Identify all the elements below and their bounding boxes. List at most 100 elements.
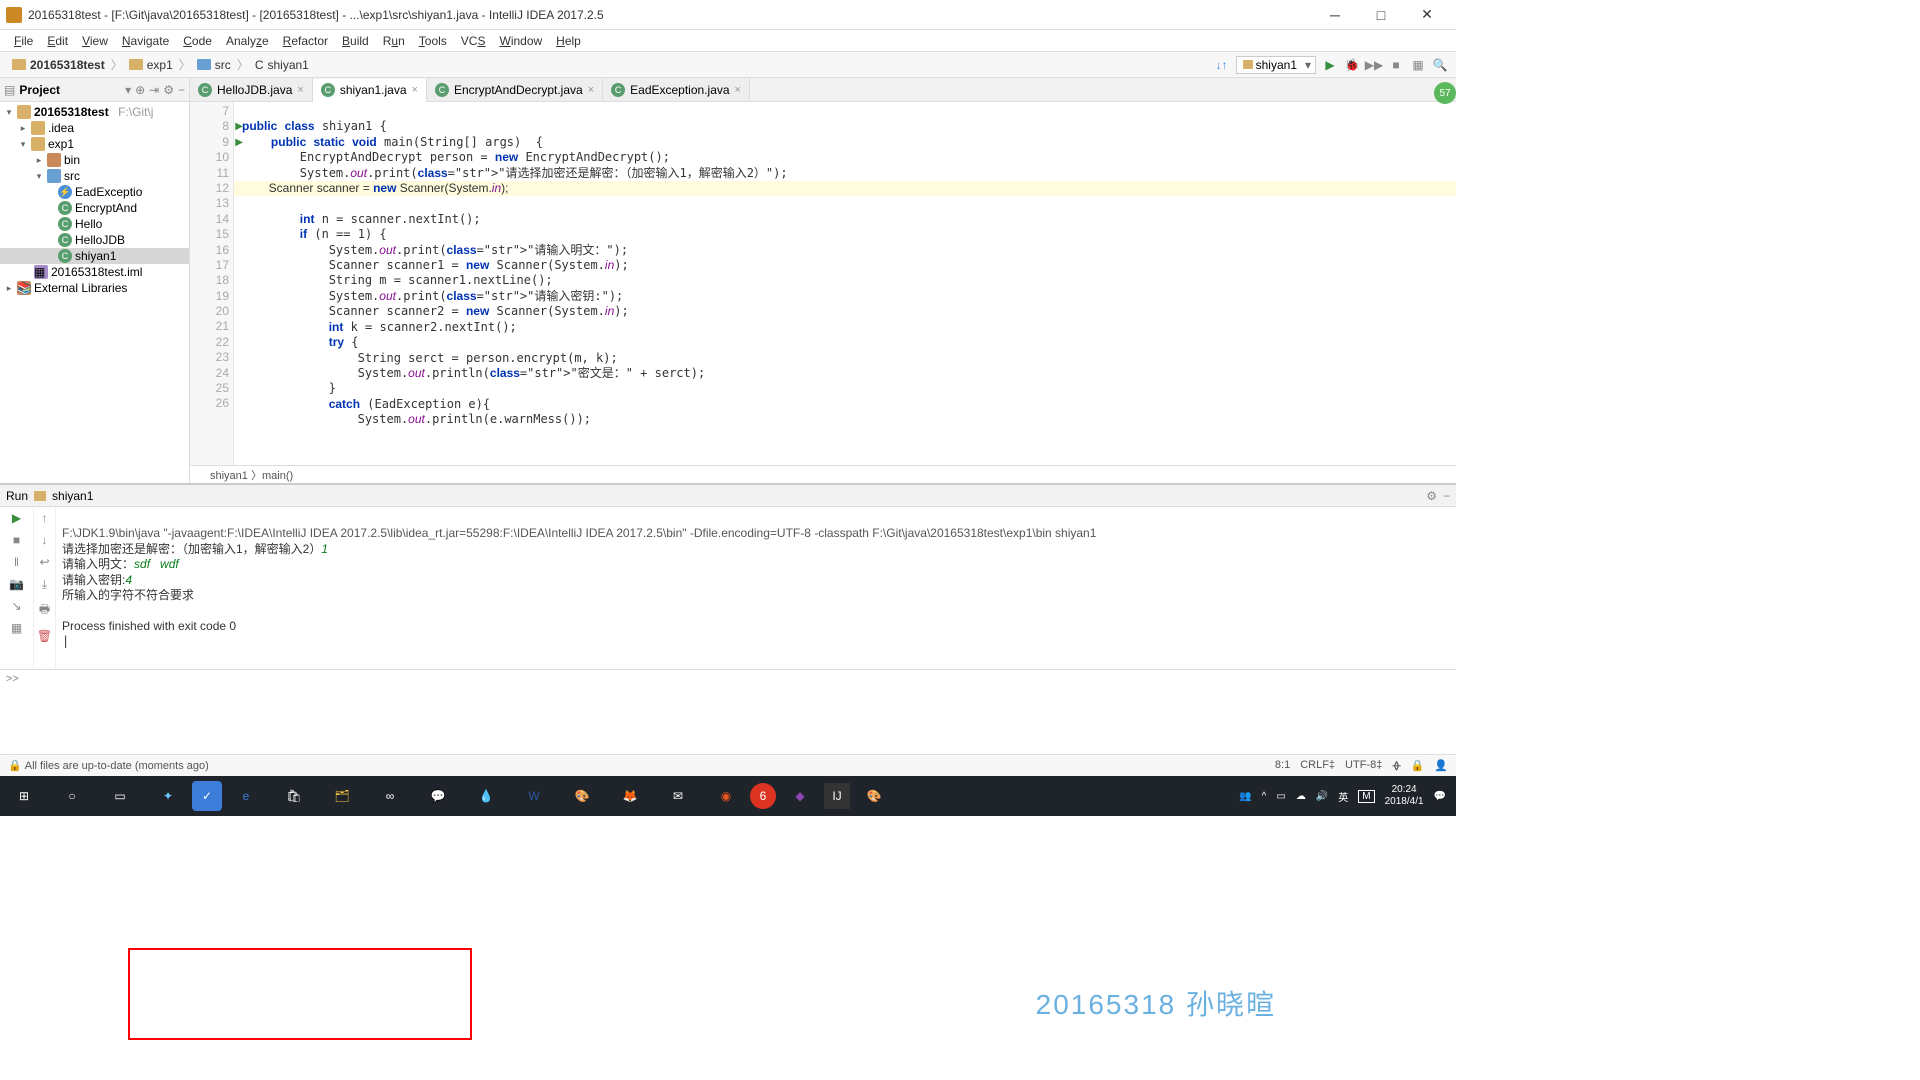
tray-chevron-icon[interactable]: ^	[1262, 791, 1267, 802]
exit-button[interactable]: ↘	[11, 599, 21, 613]
tab-encryptanddecrypt[interactable]: CEncryptAndDecrypt.java×	[427, 78, 603, 101]
app-icon[interactable]: ✓	[192, 781, 222, 811]
hide-icon[interactable]: −	[178, 83, 185, 97]
menu-view[interactable]: View	[76, 32, 114, 50]
gear-icon[interactable]: ⚙	[1426, 489, 1437, 503]
intellij-icon[interactable]: IJ	[824, 783, 850, 809]
menu-help[interactable]: Help	[550, 32, 587, 50]
run-gutter-icon[interactable]: ▶	[235, 135, 243, 150]
wechat-icon[interactable]: 💬	[414, 776, 462, 816]
tree-hellojdb[interactable]: CHelloJDB	[0, 232, 189, 248]
tab-shiyan1[interactable]: Cshiyan1.java×	[313, 79, 427, 102]
close-icon[interactable]: ×	[588, 84, 594, 96]
status-line-sep[interactable]: CRLF‡	[1300, 759, 1335, 772]
run-gutter-icon[interactable]: ▶	[235, 119, 243, 134]
tree-iml[interactable]: ▦20165318test.iml	[0, 264, 189, 280]
maximize-button[interactable]: □	[1358, 0, 1404, 30]
tree-src[interactable]: ▾src	[0, 168, 189, 184]
layout-button[interactable]: ▦	[11, 621, 22, 635]
edge-icon[interactable]: e	[222, 776, 270, 816]
menu-code[interactable]: Code	[177, 32, 218, 50]
coverage-button[interactable]: ▶▶	[1366, 57, 1382, 73]
down-button[interactable]: ↓	[42, 533, 48, 547]
breadcrumb-class[interactable]: Cshiyan1	[251, 58, 313, 72]
search-icon[interactable]: 🔍	[1432, 57, 1448, 73]
menu-refactor[interactable]: Refactor	[277, 32, 334, 50]
hide-icon[interactable]: −	[1443, 489, 1450, 503]
tab-hellojdb[interactable]: CHelloJDB.java×	[190, 78, 313, 101]
start-button[interactable]: ⊞	[0, 776, 48, 816]
app-icon[interactable]: 6	[750, 783, 776, 809]
up-button[interactable]: ↑	[42, 511, 48, 525]
rerun-button[interactable]: ▶	[12, 511, 21, 525]
run-button[interactable]: ▶	[1322, 57, 1338, 73]
notifications-icon[interactable]: 💬	[1434, 791, 1446, 802]
tree-encryptanddecrypt[interactable]: CEncryptAnd	[0, 200, 189, 216]
collapse-icon[interactable]: ⇥	[149, 83, 159, 97]
console-output[interactable]: F:\JDK1.9\bin\java "-javaagent:F:\IDEA\I…	[56, 507, 1456, 669]
menu-run[interactable]: Run	[377, 32, 411, 50]
stop-button[interactable]: ■	[13, 533, 20, 547]
clear-button[interactable]: 🗑	[37, 629, 52, 643]
word-icon[interactable]: W	[510, 776, 558, 816]
menu-file[interactable]: File	[8, 32, 39, 50]
onedrive-icon[interactable]: ☁	[1296, 791, 1306, 802]
debug-button[interactable]: 🐞	[1344, 57, 1360, 73]
dump-button[interactable]: 📷	[9, 577, 24, 591]
dropdown-icon[interactable]: ▾	[125, 83, 131, 97]
tree-exp1[interactable]: ▾exp1	[0, 136, 189, 152]
ubuntu-icon[interactable]: ◉	[702, 776, 750, 816]
run-config-combo[interactable]: shiyan1	[1236, 56, 1316, 74]
scroll-button[interactable]: ⤓	[42, 577, 47, 592]
close-button[interactable]: ✕	[1404, 0, 1450, 30]
tree-root[interactable]: ▾20165318test F:\Git\j	[0, 104, 189, 120]
tree-shiyan1[interactable]: Cshiyan1	[0, 248, 189, 264]
editor-breadcrumb[interactable]: shiyan1 〉main()	[190, 465, 1456, 483]
wrap-button[interactable]: ↩	[39, 555, 49, 569]
update-project-icon[interactable]: ↓↑	[1214, 57, 1230, 73]
vscode-icon[interactable]: ◆	[776, 776, 824, 816]
menu-navigate[interactable]: Navigate	[116, 32, 175, 50]
store-icon[interactable]: 🛍	[270, 776, 318, 816]
tree-hello[interactable]: CHello	[0, 216, 189, 232]
tree-external-libs[interactable]: ▸📚External Libraries	[0, 280, 189, 296]
people-icon[interactable]: 👥	[1239, 791, 1251, 802]
menu-tools[interactable]: Tools	[413, 32, 453, 50]
breadcrumb-root[interactable]: 20165318test	[8, 58, 109, 72]
gear-icon[interactable]: ⚙	[163, 83, 174, 97]
status-encoding[interactable]: UTF-8‡	[1345, 759, 1382, 772]
menu-edit[interactable]: Edit	[41, 32, 74, 50]
menu-build[interactable]: Build	[336, 32, 375, 50]
app-icon[interactable]: ✦	[144, 776, 192, 816]
status-position[interactable]: 8:1	[1275, 759, 1290, 772]
status-vcs-icon[interactable]: 🔒	[8, 759, 22, 772]
scroll-from-source-icon[interactable]: ⊕	[135, 83, 145, 97]
tab-eadexception[interactable]: CEadException.java×	[603, 78, 750, 101]
close-icon[interactable]: ×	[297, 84, 303, 96]
clock[interactable]: 20:242018/4/1	[1385, 784, 1424, 808]
stop-button[interactable]: ■	[1388, 57, 1404, 73]
menu-analyze[interactable]: Analyze	[220, 32, 275, 50]
status-lock-icon[interactable]: 🔒	[1411, 759, 1425, 772]
volume-icon[interactable]: 🔊	[1316, 791, 1328, 802]
cortana-icon[interactable]: ○	[48, 776, 96, 816]
ime-mode[interactable]: M	[1358, 790, 1374, 803]
app-icon[interactable]: 🎨	[850, 776, 898, 816]
menu-vcs[interactable]: VCS	[455, 32, 492, 50]
gutter[interactable]: 7 8▶ 9▶ 10111213141516171819202122232425…	[190, 102, 234, 465]
mail-icon[interactable]: ✉	[654, 776, 702, 816]
status-hector-icon[interactable]: 👤	[1434, 759, 1448, 772]
code-editor[interactable]: public class shiyan1 { public static voi…	[234, 102, 1456, 465]
taskview-icon[interactable]: ▭	[96, 776, 144, 816]
app-icon[interactable]: 🎨	[558, 776, 606, 816]
app-icon[interactable]: ∞	[366, 776, 414, 816]
print-button[interactable]: 🖶	[39, 600, 50, 621]
close-icon[interactable]: ×	[735, 84, 741, 96]
ime-lang[interactable]: 英	[1338, 789, 1348, 804]
breadcrumb-exp1[interactable]: exp1	[125, 58, 177, 72]
tree-bin[interactable]: ▸bin	[0, 152, 189, 168]
close-icon[interactable]: ×	[412, 84, 418, 96]
battery-icon[interactable]: ▭	[1276, 791, 1285, 802]
inspection-badge[interactable]: 57	[1434, 82, 1456, 104]
tree-eadexception[interactable]: ⚡EadExceptio	[0, 184, 189, 200]
